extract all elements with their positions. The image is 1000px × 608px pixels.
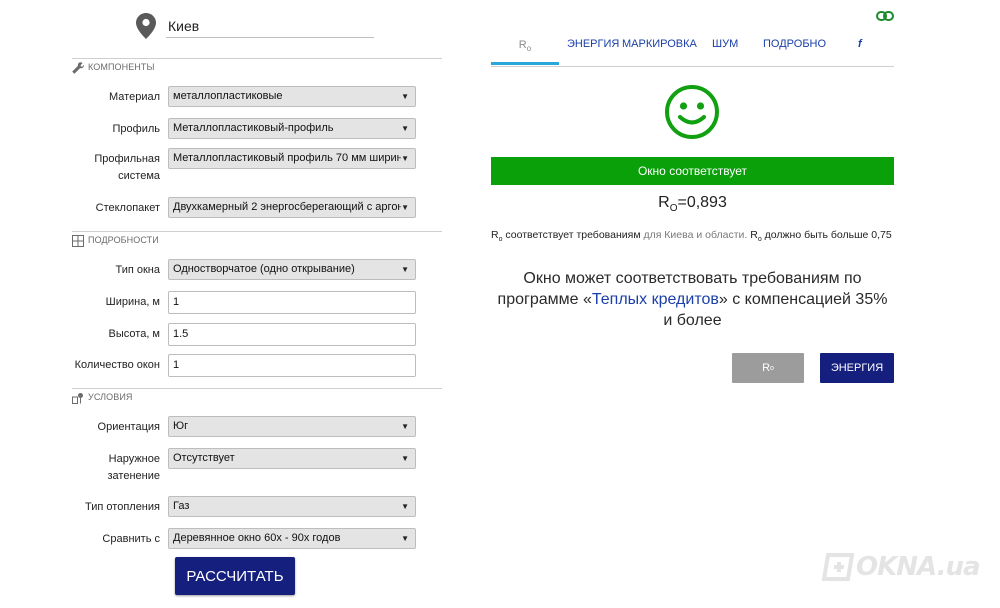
ro-button[interactable]: Ro [732, 353, 804, 383]
wrench-icon [72, 61, 85, 79]
width-input[interactable]: 1 [168, 291, 416, 314]
section-conditions: УСЛОВИЯ [72, 388, 442, 409]
city-name[interactable]: Киев [168, 18, 199, 34]
chevron-down-icon: ▼ [401, 502, 409, 511]
chevron-down-icon: ▼ [401, 265, 409, 274]
count-label: Количество окон [74, 359, 160, 371]
shading-label: Наружное затенение [107, 453, 160, 482]
glass-unit-select[interactable]: Двухкамерный 2 энергосберегающий с аргон… [168, 197, 416, 218]
orientation-label: Ориентация [97, 421, 160, 433]
chevron-down-icon: ▼ [401, 422, 409, 431]
count-input[interactable]: 1 [168, 354, 416, 377]
window-type-label: Тип окна [115, 264, 160, 276]
okna-logo: OKNA.ua [822, 552, 981, 582]
conditions-icon [72, 391, 84, 409]
result-banner: Окно соответствует [491, 157, 894, 185]
tab-ro[interactable]: Ro [491, 30, 559, 65]
orientation-select[interactable]: Юг ▼ [168, 416, 416, 437]
credit-message: Окно может соответствовать требованиям п… [497, 270, 888, 329]
material-label: Материал [109, 91, 160, 103]
profile-select[interactable]: Металлопластиковый-профиль ▼ [168, 118, 416, 139]
section-components-title: КОМПОНЕНТЫ [88, 62, 155, 72]
height-input[interactable]: 1.5 [168, 323, 416, 346]
smiley-icon [664, 84, 720, 145]
okna-logo-mark [822, 553, 855, 581]
heating-label: Тип отопления [85, 501, 160, 513]
requirement-note: Ro соответствует требованиям для Киева и… [491, 229, 892, 244]
chevron-down-icon: ▼ [401, 534, 409, 543]
glass-unit-label: Стеклопакет [95, 202, 160, 214]
compare-label: Сравнить с [102, 533, 160, 545]
chevron-down-icon: ▼ [401, 124, 409, 133]
section-details: ПОДРОБНОСТИ [72, 231, 442, 252]
tab-noise[interactable]: ШУМ [712, 38, 738, 50]
section-details-title: ПОДРОБНОСТИ [88, 235, 159, 245]
shading-select[interactable]: Отсутствует ▼ [168, 448, 416, 469]
chevron-down-icon: ▼ [401, 154, 409, 163]
tab-marking[interactable]: МАРКИРОВКА [622, 38, 697, 50]
profile-system-label: Профильная система [94, 153, 160, 182]
section-conditions-title: УСЛОВИЯ [88, 392, 133, 402]
energy-button[interactable]: ЭНЕРГИЯ [820, 353, 894, 383]
tab-energy[interactable]: ЭНЕРГИЯ [567, 38, 619, 50]
map-pin-icon [136, 13, 156, 44]
profile-label: Профиль [112, 123, 161, 135]
chevron-down-icon: ▼ [401, 454, 409, 463]
window-type-select[interactable]: Одностворчатое (одно открывание) ▼ [168, 259, 416, 280]
result-tabs: Ro ЭНЕРГИЯ МАРКИРОВКА ШУМ ПОДРОБНО f [491, 30, 894, 67]
chevron-down-icon: ▼ [401, 203, 409, 212]
heating-select[interactable]: Газ ▼ [168, 496, 416, 517]
height-label: Высота, м [108, 328, 160, 340]
tab-facebook[interactable]: f [858, 38, 862, 50]
calculate-button[interactable]: РАССЧИТАТЬ [175, 557, 295, 595]
city-underline [166, 37, 374, 38]
grid-icon [72, 234, 84, 252]
warm-credits-link[interactable]: Теплых кредитов [592, 291, 719, 308]
material-select[interactable]: металлопластиковые ▼ [168, 86, 416, 107]
compare-select[interactable]: Деревянное окно 60х - 90х годов ▼ [168, 528, 416, 549]
chevron-down-icon: ▼ [401, 92, 409, 101]
profile-system-select[interactable]: Металлопластиковый профиль 70 мм ширин ▼ [168, 148, 416, 169]
width-label: Ширина, м [105, 296, 160, 308]
link-icon[interactable] [876, 9, 894, 27]
ro-value: RO=0,893 [658, 194, 727, 215]
tab-details[interactable]: ПОДРОБНО [763, 38, 826, 50]
section-components: КОМПОНЕНТЫ [72, 58, 442, 79]
location-selector[interactable]: Киев [136, 10, 376, 40]
